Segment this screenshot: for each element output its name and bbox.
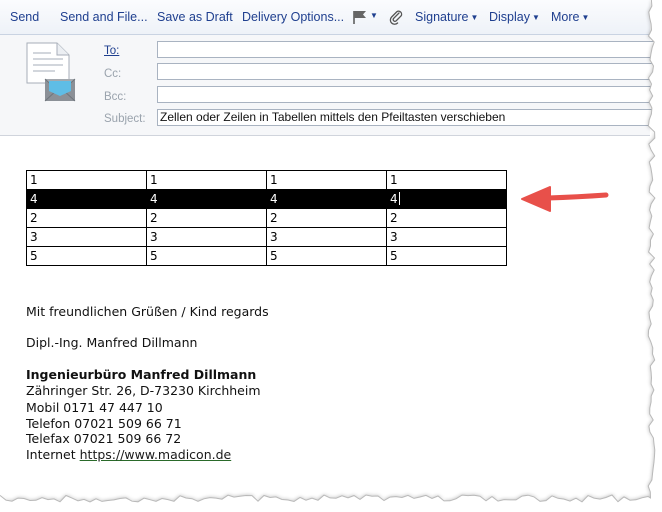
- signature-company: Ingenieurbüro Manfred Dillmann: [26, 367, 257, 382]
- table-row[interactable]: 1 1 1 1: [26, 170, 507, 190]
- cell-text: 5: [150, 249, 158, 263]
- save-as-draft-button[interactable]: Save as Draft: [157, 10, 233, 24]
- cell-text: 5: [270, 249, 278, 263]
- cell-text: 4: [30, 192, 38, 206]
- to-field[interactable]: [157, 41, 657, 58]
- address-header: To: Cc: Bcc: Subject: Zellen oder Zeilen…: [0, 35, 657, 136]
- table-cell[interactable]: 2: [146, 208, 267, 228]
- table-cell[interactable]: 2: [266, 208, 387, 228]
- signature-label: Signature: [415, 10, 469, 24]
- delivery-options-button[interactable]: Delivery Options...: [242, 10, 344, 24]
- more-menu[interactable]: More ▼: [551, 10, 589, 24]
- cell-text: 1: [270, 173, 278, 187]
- flag-dropdown-icon[interactable]: ▼: [370, 11, 378, 20]
- subject-label: Subject:: [104, 113, 146, 125]
- cell-text: 5: [390, 249, 398, 263]
- website-link[interactable]: https://www.madicon.de: [80, 447, 232, 462]
- signature-fax: Telefax 07021 509 66 72: [26, 431, 182, 446]
- flag-icon[interactable]: [352, 10, 368, 24]
- signature-internet: Internet https://www.madicon.de: [26, 447, 231, 462]
- compose-window: Send Send and File... Save as Draft Deli…: [0, 0, 662, 512]
- signature-address: Zähringer Str. 26, D-73230 Kirchheim: [26, 383, 261, 398]
- send-button[interactable]: Send: [10, 10, 39, 24]
- table-cell[interactable]: 2: [386, 208, 507, 228]
- to-label[interactable]: To:: [104, 45, 119, 57]
- table-cell[interactable]: 4: [386, 189, 507, 209]
- table-cell[interactable]: 3: [266, 227, 387, 247]
- cell-text: 2: [390, 211, 398, 225]
- table-cell[interactable]: 4: [146, 189, 267, 209]
- display-menu[interactable]: Display ▼: [489, 10, 540, 24]
- table-cell[interactable]: 2: [26, 208, 147, 228]
- signature-mobile: Mobil 0171 47 447 10: [26, 400, 163, 415]
- cc-label: Cc:: [104, 68, 122, 80]
- table-cell[interactable]: 1: [146, 170, 267, 190]
- table-cell[interactable]: 3: [146, 227, 267, 247]
- table-row[interactable]: 5 5 5 5: [26, 246, 507, 266]
- signature-greeting: Mit freundlichen Grüßen / Kind regards: [26, 304, 269, 319]
- cell-text: 5: [30, 249, 38, 263]
- internet-label: Internet: [26, 447, 76, 462]
- signature-phone: Telefon 07021 509 66 71: [26, 416, 182, 431]
- subject-field[interactable]: Zellen oder Zeilen in Tabellen mittels d…: [157, 109, 657, 126]
- cell-text: 3: [150, 230, 158, 244]
- cell-text: 2: [30, 211, 38, 225]
- signature-menu[interactable]: Signature ▼: [415, 10, 478, 24]
- table-row[interactable]: 3 3 3 3: [26, 227, 507, 247]
- table-cell[interactable]: 4: [266, 189, 387, 209]
- table-cell[interactable]: 1: [266, 170, 387, 190]
- table-cell[interactable]: 5: [146, 246, 267, 266]
- cell-text: 1: [30, 173, 38, 187]
- annotation-arrow: [521, 186, 609, 212]
- send-and-file-button[interactable]: Send and File...: [60, 10, 148, 24]
- more-label: More: [551, 10, 580, 24]
- cell-text: 3: [390, 230, 398, 244]
- toolbar: Send Send and File... Save as Draft Deli…: [0, 0, 650, 35]
- display-label: Display: [489, 10, 530, 24]
- cell-text: 2: [270, 211, 278, 225]
- signature-name: Dipl.-Ing. Manfred Dillmann: [26, 335, 198, 350]
- chevron-down-icon: ▼: [581, 13, 590, 22]
- table-row[interactable]: 2 2 2 2: [26, 208, 507, 228]
- table-cell[interactable]: 3: [386, 227, 507, 247]
- cell-text: 4: [270, 192, 278, 206]
- table-cell[interactable]: 3: [26, 227, 147, 247]
- bcc-label: Bcc:: [104, 91, 127, 103]
- table-row[interactable]: 4 4 4 4: [26, 189, 507, 209]
- paperclip-icon[interactable]: [388, 9, 404, 25]
- table-cell[interactable]: 5: [266, 246, 387, 266]
- cc-field[interactable]: [157, 63, 657, 80]
- cell-text: 4: [390, 192, 398, 206]
- body-table[interactable]: 1 1 1 1 4 4 4 4 2 2 2 2 3 3 3 3 5 5 5 5: [26, 170, 507, 266]
- bcc-field[interactable]: [157, 86, 657, 103]
- chevron-down-icon: ▼: [470, 13, 479, 22]
- text-cursor: [398, 192, 400, 205]
- chevron-down-icon: ▼: [532, 13, 540, 22]
- envelope-icon: [26, 42, 76, 102]
- table-cell[interactable]: 4: [26, 189, 147, 209]
- table-cell[interactable]: 1: [386, 170, 507, 190]
- table-cell[interactable]: 5: [26, 246, 147, 266]
- cell-text: 3: [270, 230, 278, 244]
- table-cell[interactable]: 1: [26, 170, 147, 190]
- table-cell[interactable]: 5: [386, 246, 507, 266]
- cell-text: 1: [390, 173, 398, 187]
- cell-text: 3: [30, 230, 38, 244]
- cell-text: 1: [150, 173, 158, 187]
- cell-text: 2: [150, 211, 158, 225]
- cell-text: 4: [150, 192, 158, 206]
